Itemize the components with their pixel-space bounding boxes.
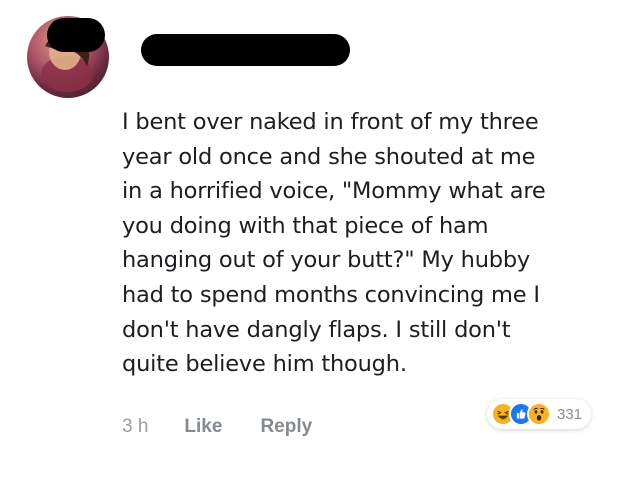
reply-button[interactable]: Reply bbox=[260, 416, 312, 438]
comment-line: had to spend months convincing me I bbox=[122, 281, 540, 308]
comment-line: I bent over naked in front of my three bbox=[122, 109, 539, 135]
comment-line: you doing with that piece of ham bbox=[122, 212, 489, 239]
reaction-count: 331 bbox=[557, 405, 583, 423]
comment-actions: 3 h Like Reply bbox=[122, 413, 350, 441]
comment-body: I bent over naked in front of my three y… bbox=[122, 105, 592, 382]
redaction-bar-avatar bbox=[47, 18, 105, 52]
comment-line: year old once and she shouted at me bbox=[122, 143, 536, 170]
reactions-summary[interactable]: 331 bbox=[487, 399, 592, 429]
comment-line: quite believe him though. bbox=[122, 351, 407, 378]
comment-line: hanging out of your butt?" My hubby bbox=[122, 247, 531, 274]
wow-icon bbox=[527, 402, 551, 426]
redacted-commenter-name[interactable] bbox=[141, 34, 350, 66]
like-button[interactable]: Like bbox=[184, 416, 222, 438]
comment-line: in a horrified voice, "Mommy what are bbox=[122, 178, 546, 205]
comment-timestamp[interactable]: 3 h bbox=[122, 416, 148, 438]
comment-line: don't have dangly flaps. I still don't bbox=[122, 316, 511, 343]
